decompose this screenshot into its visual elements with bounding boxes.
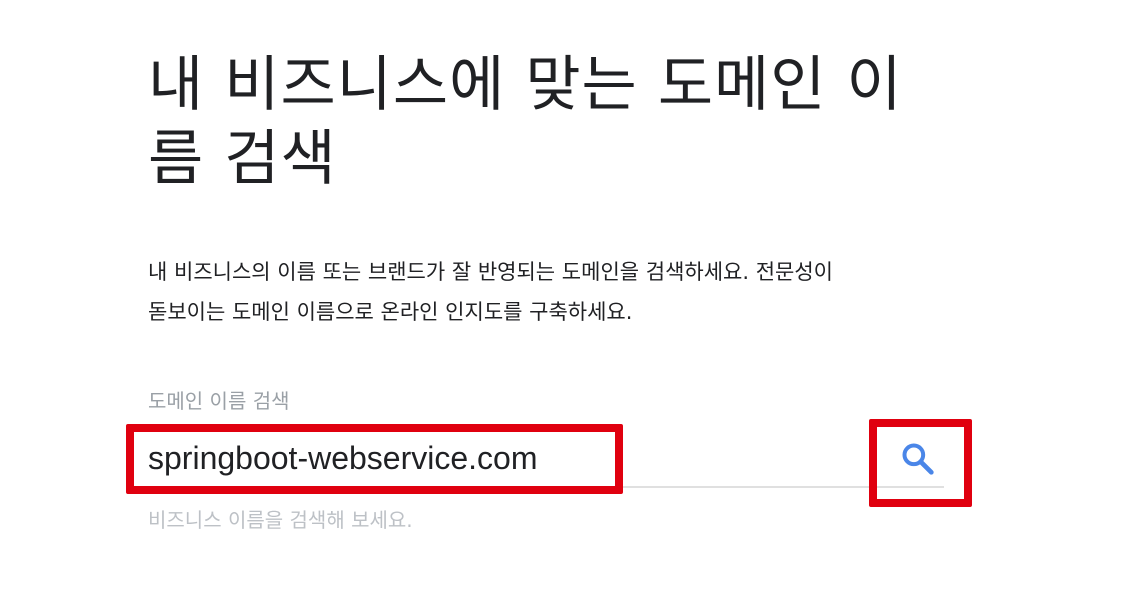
page-title-line-1: 내 비즈니스에 맞는 도메인 이 (148, 50, 903, 120)
search-icon (898, 439, 938, 482)
domain-search-page: 내 비즈니스에 맞는 도메인 이 름 검색 내 비즈니스의 이름 또는 브랜드가… (0, 0, 1130, 616)
page-title: 내 비즈니스에 맞는 도메인 이 름 검색 (148, 48, 948, 196)
page-description: 내 비즈니스의 이름 또는 브랜드가 잘 반영되는 도메인을 검색하세요. 전문… (148, 252, 968, 332)
domain-search-field (148, 428, 944, 488)
page-title-line-2: 름 검색 (148, 124, 337, 194)
description-line-1: 내 비즈니스의 이름 또는 브랜드가 잘 반영되는 도메인을 검색하세요. 전문… (148, 260, 833, 284)
search-button[interactable] (890, 432, 946, 488)
description-line-2: 돋보이는 도메인 이름으로 온라인 인지도를 구축하세요. (148, 300, 633, 324)
search-field-label: 도메인 이름 검색 (148, 389, 290, 413)
domain-search-input[interactable] (148, 436, 748, 480)
search-helper-text: 비즈니스 이름을 검색해 보세요. (148, 508, 413, 532)
